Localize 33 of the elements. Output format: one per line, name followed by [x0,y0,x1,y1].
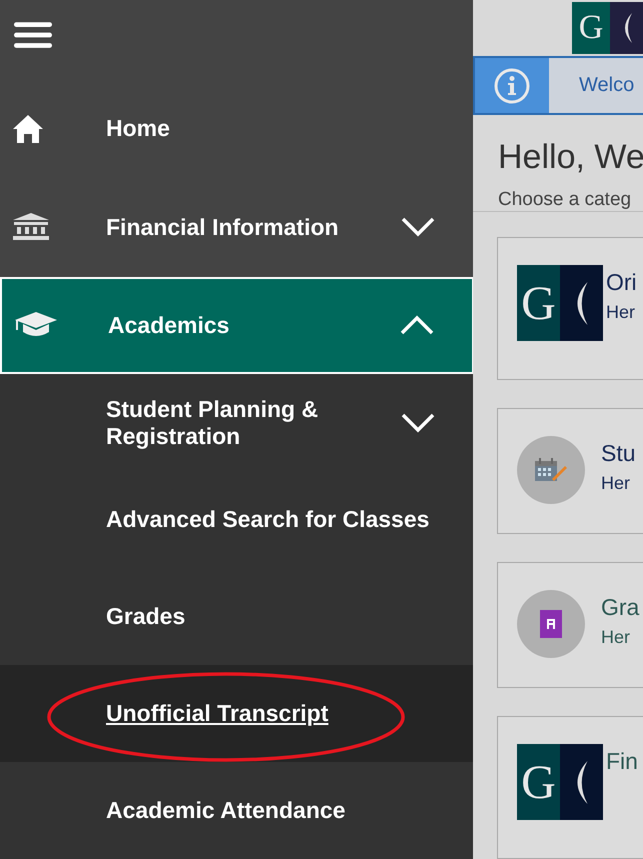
nav-item[interactable]: Academics [0,276,473,374]
greeting-subtitle: Choose a categ [498,189,632,211]
grade-icon [540,610,562,638]
nav-item[interactable]: Home [0,79,473,178]
nav-subitem[interactable]: Grades [0,568,473,666]
logo: G [517,265,603,341]
nav-subitem[interactable]: Student Planning & Registration [0,374,473,472]
card-description: Her [601,627,632,648]
nav-subitem[interactable]: Advanced Search for Classes [0,471,473,568]
card-title[interactable]: Fin [606,748,638,775]
menu-icon[interactable] [14,22,52,50]
crescent-icon [576,760,589,804]
crescent-icon [624,13,633,44]
nav-subitem[interactable]: Unofficial Transcript [0,665,473,762]
card-title[interactable]: Ori [606,269,637,296]
category-card[interactable]: Gra Her [497,562,643,688]
category-card[interactable]: Stu Her [497,408,643,534]
card-description: Her [601,473,632,494]
nav-item[interactable]: Financial Information [0,178,473,277]
alert-text: Welco [578,74,634,98]
category-card[interactable]: G Fin [497,716,643,859]
category-card[interactable]: G Ori Her [497,237,643,380]
greeting-title: Hello, We [498,137,643,177]
nav-subitem[interactable]: Academic Attendance [0,762,473,859]
crescent-icon [576,282,589,324]
card-description: Her [606,302,636,323]
bank-icon [12,212,50,242]
card-title[interactable]: Gra [601,594,640,621]
home-icon [12,114,44,144]
calendar-pencil-icon [534,457,568,483]
logo: G [517,744,603,820]
info-icon [493,66,531,105]
card-title[interactable]: Stu [601,440,636,467]
